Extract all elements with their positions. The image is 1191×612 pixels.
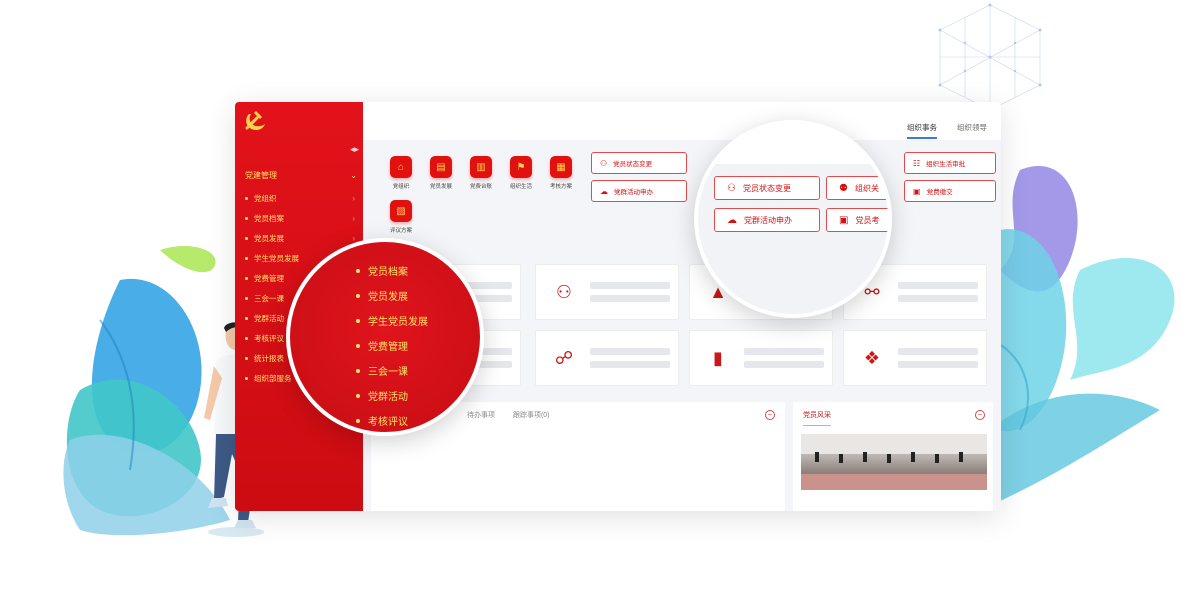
- zoomed-menu-item[interactable]: 党群活动: [356, 383, 428, 408]
- bullet-icon: [356, 268, 360, 273]
- chevron-right-icon: ›: [352, 233, 355, 243]
- growth-icon: ▤: [430, 156, 452, 178]
- bullet-icon: [245, 236, 248, 240]
- shortcut-item[interactable]: ⌂ 党组织: [379, 156, 423, 190]
- shortcut-item[interactable]: ⚑ 组织生活: [499, 156, 543, 190]
- collapse-icon[interactable]: −: [975, 410, 985, 420]
- hammer-sickle-icon: [245, 111, 265, 130]
- zoomed-menu: 党员档案 党员发展 学生党员发展 党费管理 三会一课 党群活动 考核评议: [356, 258, 428, 432]
- quick-button[interactable]: ⚇ 党员状态变更: [591, 152, 687, 174]
- bullet-icon: [356, 343, 360, 348]
- party-logo: [235, 102, 363, 140]
- top-bar: 组织事务 组织领导: [363, 102, 1001, 140]
- review-icon: ▧: [390, 200, 412, 222]
- bullet-icon: [245, 256, 248, 260]
- quick-button[interactable]: ☷ 组织生活审批: [904, 152, 996, 174]
- bookmark-icon: ❖: [863, 347, 881, 368]
- collapse-icon[interactable]: −: [765, 410, 775, 420]
- news-title: 党员风采: [803, 410, 831, 426]
- sidebar-item[interactable]: 党员发展 ›: [245, 228, 357, 248]
- bullet-icon: [245, 376, 248, 380]
- user-icon: ⚇: [727, 182, 736, 194]
- chevron-right-icon: ›: [352, 193, 355, 203]
- bullet-icon: [356, 393, 360, 398]
- bullet-icon: [245, 276, 248, 280]
- party-group-icon: ☍: [554, 347, 574, 368]
- zoom-lens-buttons: ⚇ 党员状态变更 ⚉ 组织关 ☁ 党群活动申办 ▣ 党员考: [694, 120, 892, 318]
- zoomed-topbar: [698, 124, 888, 164]
- zoomed-menu-item[interactable]: 党员发展: [356, 283, 428, 308]
- quick-button[interactable]: ▣ 党费缴交: [904, 180, 996, 202]
- menu-group-header[interactable]: 党建管理 ⌄: [245, 166, 357, 184]
- module-card[interactable]: ❖: [843, 330, 987, 386]
- zoomed-menu-item[interactable]: 考核评议: [356, 408, 428, 432]
- user-lock-icon: ⚉: [839, 182, 848, 194]
- zoomed-quick-button[interactable]: ▣ 党员考: [826, 208, 888, 232]
- chat-icon: ☁: [600, 186, 608, 196]
- module-card[interactable]: ⚇: [535, 264, 679, 320]
- shortcut-item[interactable]: ▥ 党费台账: [459, 156, 503, 190]
- sidebar-item[interactable]: 党组织 ›: [245, 188, 357, 208]
- zoomed-menu-item[interactable]: 党费管理: [356, 333, 428, 358]
- bullet-icon: [245, 336, 248, 340]
- bullet-icon: [245, 356, 248, 360]
- shortcut-panel: ⌂ 党组织 ▤ 党员发展 ▥ 党费台账 ⚑ 组织生活 ▦ 考核方案 ▧ 评议方案 ⚇ 党员状态…: [363, 146, 1001, 254]
- zoomed-menu-item[interactable]: 党员档案: [356, 258, 428, 283]
- bullet-icon: [245, 316, 248, 320]
- zoom-lens-menu: 党员档案 党员发展 学生党员发展 党费管理 三会一课 党群活动 考核评议: [286, 238, 484, 436]
- group-icon: ☷: [913, 158, 921, 168]
- document-icon: ▦: [550, 156, 572, 178]
- bullet-icon: [245, 196, 248, 200]
- todo-tabs: 待办事项 跟踪事项(0): [467, 410, 566, 420]
- shortcut-item[interactable]: ▧ 评议方案: [379, 200, 423, 234]
- sidebar-item[interactable]: 党员档案 ›: [245, 208, 357, 228]
- chat-icon: ☁: [727, 214, 737, 226]
- news-photo[interactable]: [801, 434, 987, 490]
- flag-icon: ⚑: [510, 156, 532, 178]
- user-icon: ⚇: [600, 158, 608, 168]
- chevron-right-icon: ›: [352, 213, 355, 223]
- org-icon: ⌂: [390, 156, 412, 178]
- team-icon: ⚇: [555, 281, 573, 302]
- bullet-icon: [356, 293, 360, 298]
- bullet-icon: [356, 418, 360, 423]
- zoomed-quick-button[interactable]: ☁ 党群活动申办: [714, 208, 820, 232]
- bullet-icon: [245, 296, 248, 300]
- bullet-icon: [245, 216, 248, 220]
- menu-group-label: 党建管理: [245, 170, 277, 180]
- report-icon: ▣: [839, 214, 849, 226]
- module-card[interactable]: ☍: [535, 330, 679, 386]
- book-icon: ▮: [713, 347, 723, 368]
- bullet-icon: [356, 368, 360, 373]
- payment-icon: ▣: [913, 186, 921, 196]
- tab-org-leadership[interactable]: 组织领导: [957, 122, 987, 133]
- ledger-icon: ▥: [470, 156, 492, 178]
- zoomed-quick-button[interactable]: ⚉ 组织关: [826, 176, 888, 200]
- zoomed-quick-button[interactable]: ⚇ 党员状态变更: [714, 176, 820, 200]
- quick-button[interactable]: ☁ 党群活动申办: [591, 180, 687, 202]
- tab-todo[interactable]: 待办事项: [467, 412, 495, 419]
- tab-tracking[interactable]: 跟踪事项(0): [513, 412, 550, 419]
- shortcut-item[interactable]: ▦ 考核方案: [539, 156, 583, 190]
- module-card[interactable]: ▮: [689, 330, 833, 386]
- zoomed-menu-item[interactable]: 三会一课: [356, 358, 428, 383]
- news-panel: 党员风采 −: [793, 402, 993, 511]
- sidebar-collapse-icon[interactable]: ◂▸: [350, 144, 359, 155]
- tab-org-affairs[interactable]: 组织事务: [907, 122, 937, 139]
- shortcut-item[interactable]: ▤ 党员发展: [419, 156, 463, 190]
- zoomed-menu-item[interactable]: 学生党员发展: [356, 308, 428, 333]
- bullet-icon: [356, 318, 360, 323]
- chevron-down-icon: ⌄: [350, 170, 357, 180]
